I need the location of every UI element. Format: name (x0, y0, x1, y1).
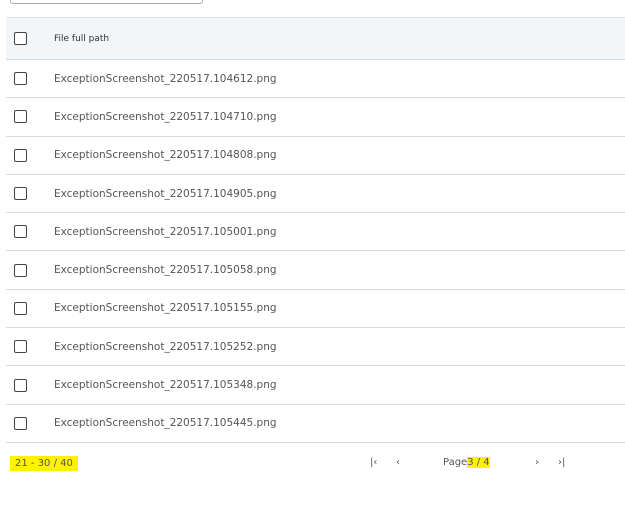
row-checkbox[interactable] (14, 301, 27, 315)
select-all-checkbox[interactable] (14, 32, 27, 45)
file-path: ExceptionScreenshot_220517.104905.png (54, 187, 277, 200)
search-input[interactable] (10, 0, 203, 4)
pagination-bar: 21 - 30 / 40 |‹ ‹ Page3 / 4 › ›| (0, 452, 625, 476)
next-page-icon[interactable]: › (535, 457, 539, 468)
file-path: ExceptionScreenshot_220517.104612.png (54, 72, 277, 85)
file-path: ExceptionScreenshot_220517.104710.png (54, 110, 277, 123)
last-page-icon[interactable]: ›| (558, 457, 565, 468)
page-label: Page (443, 457, 468, 468)
table-row[interactable]: ExceptionScreenshot_220517.105348.png (6, 366, 625, 405)
page-value: 3 / 4 (467, 457, 490, 468)
table-row[interactable]: ExceptionScreenshot_220517.104808.png (6, 137, 625, 175)
row-checkbox[interactable] (14, 148, 27, 162)
file-path: ExceptionScreenshot_220517.105348.png (54, 379, 277, 392)
table-row[interactable]: ExceptionScreenshot_220517.105058.png (6, 251, 625, 290)
table-row[interactable]: ExceptionScreenshot_220517.104905.png (6, 175, 625, 214)
row-checkbox[interactable] (14, 416, 27, 430)
table-header: File full path (6, 17, 625, 60)
table-row[interactable]: ExceptionScreenshot_220517.104612.png (6, 60, 625, 99)
prev-page-icon[interactable]: ‹ (396, 457, 400, 468)
file-path: ExceptionScreenshot_220517.105001.png (54, 225, 277, 238)
file-path: ExceptionScreenshot_220517.105058.png (54, 264, 277, 277)
table-row[interactable]: ExceptionScreenshot_220517.105001.png (6, 213, 625, 252)
first-page-icon[interactable]: |‹ (370, 457, 377, 468)
table-row[interactable]: ExceptionScreenshot_220517.104710.png (6, 98, 625, 137)
row-checkbox[interactable] (14, 263, 27, 277)
row-checkbox[interactable] (14, 187, 27, 201)
row-checkbox[interactable] (14, 225, 27, 239)
table-row[interactable]: ExceptionScreenshot_220517.105252.png (6, 328, 625, 367)
file-path: ExceptionScreenshot_220517.105445.png (54, 417, 277, 430)
page-indicator: Page3 / 4 (443, 457, 490, 468)
column-header-file-path[interactable]: File full path (54, 34, 109, 44)
record-range: 21 - 30 / 40 (10, 456, 78, 471)
table-row[interactable]: ExceptionScreenshot_220517.105155.png (6, 290, 625, 329)
file-path: ExceptionScreenshot_220517.104808.png (54, 149, 277, 162)
file-path: ExceptionScreenshot_220517.105155.png (54, 302, 277, 315)
row-checkbox[interactable] (14, 72, 27, 86)
file-table: File full path ExceptionScreenshot_22051… (6, 17, 625, 443)
row-checkbox[interactable] (14, 340, 27, 354)
table-row[interactable]: ExceptionScreenshot_220517.105445.png (6, 405, 625, 443)
row-checkbox[interactable] (14, 110, 27, 124)
file-path: ExceptionScreenshot_220517.105252.png (54, 340, 277, 353)
row-checkbox[interactable] (14, 378, 27, 392)
